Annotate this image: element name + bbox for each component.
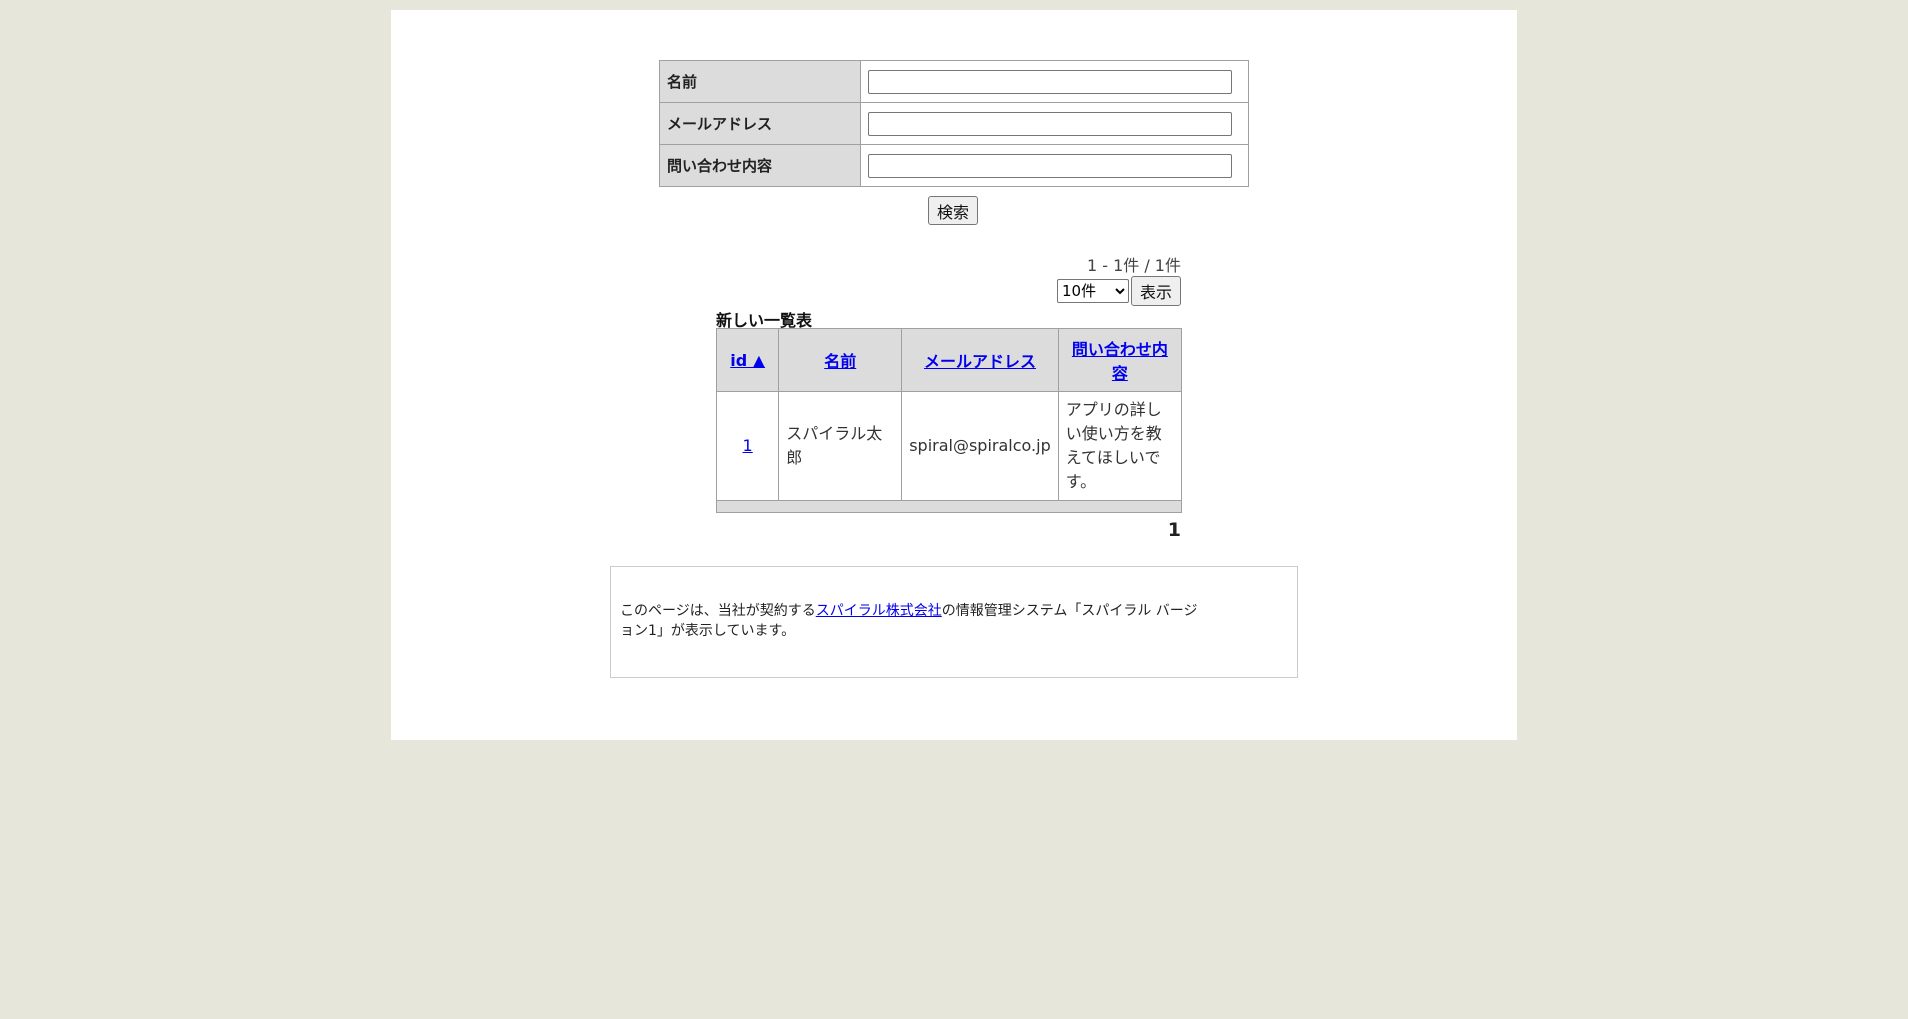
record-id-link[interactable]: 1 — [743, 436, 753, 455]
footer-notice: このページは、当社が契約するスパイラル株式会社の情報管理システム「スパイラル バ… — [610, 566, 1298, 678]
name-label: 名前 — [659, 60, 861, 103]
spiral-company-link[interactable]: スパイラル株式会社 — [816, 603, 942, 619]
name-input[interactable] — [868, 69, 1232, 94]
sort-email-link[interactable]: メールアドレス — [924, 352, 1036, 371]
page-container: 名前 メールアドレス 問い合わせ内容 検索 1 - 1件 / 1件 10件 表示… — [391, 10, 1517, 740]
per-page-controls: 10件 表示 — [1056, 276, 1181, 306]
search-row-name: 名前 — [659, 60, 1249, 103]
table-footer-row — [716, 500, 1182, 513]
search-form: 名前 メールアドレス 問い合わせ内容 — [659, 60, 1249, 187]
sort-name-link[interactable]: 名前 — [824, 352, 856, 371]
table-header-row: id ▲ 名前 メールアドレス 問い合わせ内容 — [715, 328, 1183, 392]
table-row: 1 スパイラル太郎 spiral@spiralco.jp アプリの詳しい使い方を… — [715, 391, 1183, 501]
current-page-number: 1 — [1167, 519, 1181, 541]
email-input[interactable] — [868, 111, 1232, 136]
record-name: スパイラル太郎 — [778, 391, 903, 501]
search-button[interactable]: 検索 — [928, 196, 979, 225]
sort-id-link[interactable]: id ▲ — [730, 351, 765, 370]
record-inquiry: アプリの詳しい使い方を教えてほしいです。 — [1057, 391, 1183, 501]
record-email: spiral@spiralco.jp — [901, 391, 1059, 501]
result-count: 1 - 1件 / 1件 — [1086, 256, 1181, 275]
email-label: メールアドレス — [659, 102, 861, 145]
sort-inquiry-link[interactable]: 問い合わせ内容 — [1072, 340, 1168, 383]
per-page-select[interactable]: 10件 — [1056, 279, 1129, 303]
search-row-inquiry: 問い合わせ内容 — [659, 144, 1249, 187]
footer-text-before: このページは、当社が契約する — [620, 603, 816, 619]
inquiry-input[interactable] — [868, 153, 1232, 178]
show-button[interactable]: 表示 — [1130, 276, 1181, 306]
inquiry-label: 問い合わせ内容 — [659, 144, 861, 187]
results-table: id ▲ 名前 メールアドレス 問い合わせ内容 1 スパイラル太郎 spiral… — [715, 328, 1183, 513]
search-row-email: メールアドレス — [659, 102, 1249, 145]
